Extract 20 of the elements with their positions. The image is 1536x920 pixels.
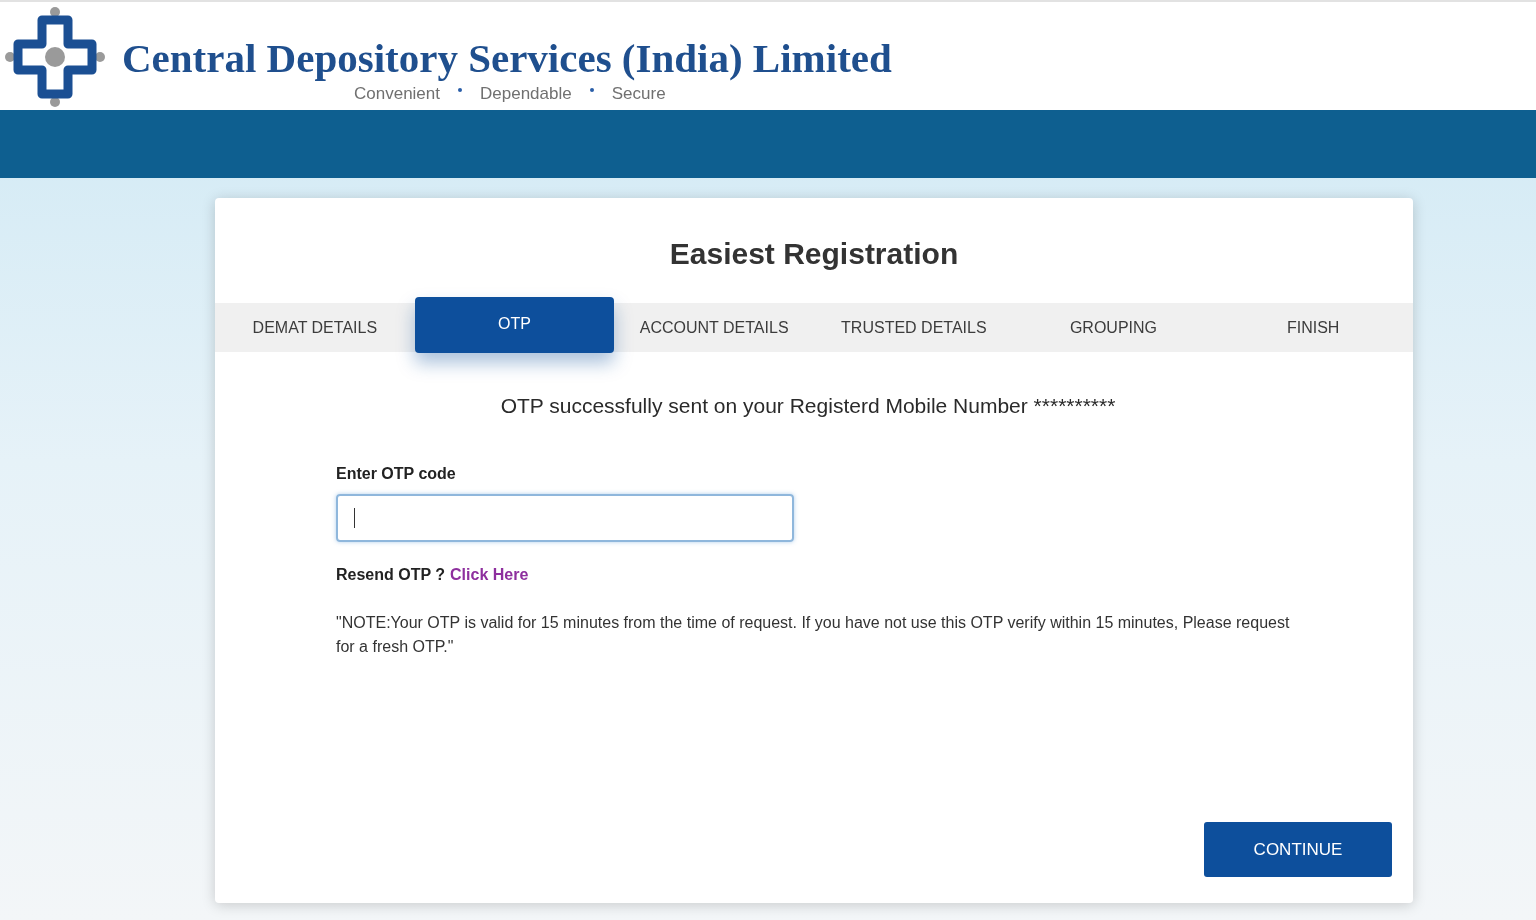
resend-prompt: Resend OTP ? — [336, 565, 446, 585]
tagline-text: Secure — [611, 84, 666, 104]
tagline-text: Convenient — [354, 84, 440, 104]
step-tab[interactable]: OTP — [414, 297, 615, 353]
step-tab[interactable]: GROUPING — [1013, 303, 1214, 352]
card-title: Easiest Registration — [669, 236, 959, 272]
step-tab[interactable]: ACCOUNT DETAILS — [614, 303, 814, 352]
company-name: Central Depository Services (India) Limited — [122, 35, 892, 81]
step-tab[interactable]: FINISH — [1213, 303, 1413, 352]
continue-button[interactable]: CONTINUE — [1204, 822, 1392, 877]
step-tab[interactable]: TRUSTED DETAILS — [814, 303, 1014, 352]
logo-icon — [4, 6, 106, 108]
step-tab[interactable]: DEMAT DETAILS — [215, 303, 415, 352]
otp-sent-message: OTP successfully sent on your Registerd Mobile Number ********** — [500, 394, 1116, 418]
text-cursor-icon — [354, 508, 355, 528]
otp-input-field[interactable] — [336, 494, 794, 542]
tagline-text: Dependable — [480, 84, 572, 104]
resend-link[interactable]: Click Here — [450, 565, 529, 585]
otp-field-label: Enter OTP code — [336, 464, 456, 484]
otp-validity-note: "NOTE:Your OTP is valid for 15 minutes from the time of request. If you have not use this OTP verify within 15 minutes, Please request for a fresh OTP." — [336, 613, 1291, 657]
